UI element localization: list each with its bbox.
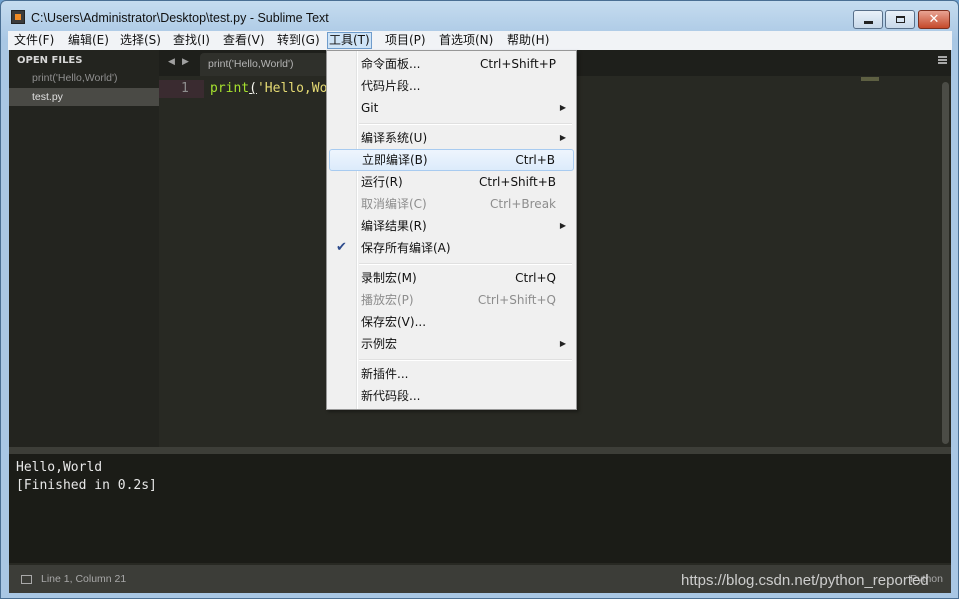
sublime-text-icon[interactable] <box>11 10 25 24</box>
menu-item-label: 保存宏(V)... <box>361 315 427 329</box>
menu-item-label: 示例宏 <box>361 337 398 351</box>
output-line: Hello,World <box>16 460 103 475</box>
menu-goto[interactable]: 转到(G) <box>276 32 321 49</box>
window-title: C:\Users\Administrator\Desktop\test.py -… <box>31 11 329 25</box>
submenu-arrow-icon: ▶ <box>559 103 566 112</box>
menu-separator <box>359 263 572 265</box>
tab-next-icon[interactable]: ▶ <box>182 57 189 67</box>
menu-item-label: 录制宏(M) <box>361 271 417 285</box>
menu-item-label: 保存所有编译(A) <box>361 241 451 255</box>
menu-separator <box>359 123 572 125</box>
menu-item-label: 新插件... <box>361 367 409 381</box>
menu-project[interactable]: 项目(P) <box>384 32 427 49</box>
menu-item-label: 编译系统(U) <box>361 131 428 145</box>
maximize-icon <box>895 16 905 23</box>
code-function-token: print <box>210 81 250 96</box>
menu-item-label: 编译结果(R) <box>361 219 427 233</box>
menu-preferences[interactable]: 首选项(N) <box>438 32 494 49</box>
menu-help[interactable]: 帮助(H) <box>506 32 550 49</box>
tab-prev-icon[interactable]: ◀ <box>168 57 175 67</box>
menu-item-playback-macro: 播放宏(P) Ctrl+Shift+Q <box>329 289 574 311</box>
sidebar-file-test-py[interactable]: test.py <box>9 88 159 106</box>
minimize-button[interactable] <box>853 10 883 29</box>
panel-splitter[interactable] <box>9 447 951 454</box>
submenu-arrow-icon: ▶ <box>559 339 566 348</box>
minimize-icon <box>863 21 873 24</box>
menu-item-shortcut: Ctrl+Shift+B <box>479 175 556 189</box>
code-string-token: 'Hello,Wo <box>256 81 328 96</box>
menu-tools[interactable]: 工具(T) <box>327 32 372 49</box>
submenu-arrow-icon: ▶ <box>559 221 566 230</box>
watermark: https://blog.csdn.net/python_reported <box>681 572 929 589</box>
menu-item-new-snippet[interactable]: 新代码段... <box>329 385 574 407</box>
app-window: C:\Users\Administrator\Desktop\test.py -… <box>0 0 959 599</box>
close-icon: ✕ <box>928 12 940 27</box>
menu-item-new-plugin[interactable]: 新插件... <box>329 363 574 385</box>
menu-item-label: 运行(R) <box>361 175 403 189</box>
menu-selection[interactable]: 选择(S) <box>119 32 162 49</box>
menu-separator <box>359 359 572 361</box>
menu-edit[interactable]: 编辑(E) <box>67 32 110 49</box>
close-button[interactable]: ✕ <box>918 10 950 29</box>
menu-find[interactable]: 查找(I) <box>172 32 211 49</box>
menu-item-label: 播放宏(P) <box>361 293 414 307</box>
line-number: 1 <box>181 81 189 96</box>
menu-item-label: 取消编译(C) <box>361 197 427 211</box>
menu-item-snippets[interactable]: 代码片段... <box>329 75 574 97</box>
open-files-header: OPEN FILES <box>17 55 83 66</box>
menu-item-label: 立即编译(B) <box>362 153 428 167</box>
tools-dropdown-menu: 命令面板... Ctrl+Shift+P 代码片段... Git ▶ 编译系统(U)… <box>326 50 577 410</box>
code-line[interactable]: print('Hello,Wo <box>210 80 327 98</box>
menu-item-label: 代码片段... <box>361 79 421 93</box>
menu-item-label: 新代码段... <box>361 389 421 403</box>
menu-bar: 文件(F) 编辑(E) 选择(S) 查找(I) 查看(V) 转到(G) 工具(T… <box>8 31 952 50</box>
code-paren-token: ( <box>249 81 257 96</box>
panel-toggle-icon[interactable] <box>21 575 32 584</box>
menu-item-build-system[interactable]: 编译系统(U) ▶ <box>329 127 574 149</box>
menu-item-build-results[interactable]: 编译结果(R) ▶ <box>329 215 574 237</box>
menu-file[interactable]: 文件(F) <box>13 32 55 49</box>
menu-item-save-macro[interactable]: 保存宏(V)... <box>329 311 574 333</box>
minimap[interactable] <box>861 77 879 81</box>
cursor-position: Line 1, Column 21 <box>41 573 127 585</box>
menu-item-save-all-on-build[interactable]: ✔ 保存所有编译(A) <box>329 237 574 259</box>
menu-item-run[interactable]: 运行(R) Ctrl+Shift+B <box>329 171 574 193</box>
menu-item-cancel-build: 取消编译(C) Ctrl+Break <box>329 193 574 215</box>
submenu-arrow-icon: ▶ <box>559 133 566 142</box>
checkmark-icon: ✔ <box>336 240 347 255</box>
output-line: [Finished in 0.2s] <box>16 478 157 493</box>
menu-item-label: Git <box>361 101 379 115</box>
menu-item-label: 命令面板... <box>361 57 421 71</box>
menu-item-git[interactable]: Git ▶ <box>329 97 574 119</box>
menu-item-build[interactable]: 立即编译(B) Ctrl+B <box>329 149 574 171</box>
title-bar[interactable]: C:\Users\Administrator\Desktop\test.py -… <box>1 1 958 31</box>
menu-item-shortcut: Ctrl+Break <box>490 197 556 211</box>
menu-item-shortcut: Ctrl+B <box>515 153 555 167</box>
menu-item-record-macro[interactable]: 录制宏(M) Ctrl+Q <box>329 267 574 289</box>
menu-item-shortcut: Ctrl+Q <box>515 271 556 285</box>
maximize-button[interactable] <box>885 10 915 29</box>
menu-item-macros[interactable]: 示例宏 ▶ <box>329 333 574 355</box>
tab-untitled[interactable]: print('Hello,World') <box>200 53 328 76</box>
build-output-panel[interactable]: Hello,World [Finished in 0.2s] <box>9 454 951 563</box>
sidebar-file-untitled[interactable]: print('Hello,World') <box>9 69 159 87</box>
menu-item-command-palette[interactable]: 命令面板... Ctrl+Shift+P <box>329 53 574 75</box>
menu-item-shortcut: Ctrl+Shift+P <box>480 57 556 71</box>
menu-view[interactable]: 查看(V) <box>222 32 266 49</box>
sidebar: OPEN FILES print('Hello,World') test.py <box>9 50 159 447</box>
menu-item-shortcut: Ctrl+Shift+Q <box>477 293 556 307</box>
editor-scrollbar[interactable] <box>942 82 949 444</box>
hamburger-icon[interactable] <box>938 56 947 65</box>
